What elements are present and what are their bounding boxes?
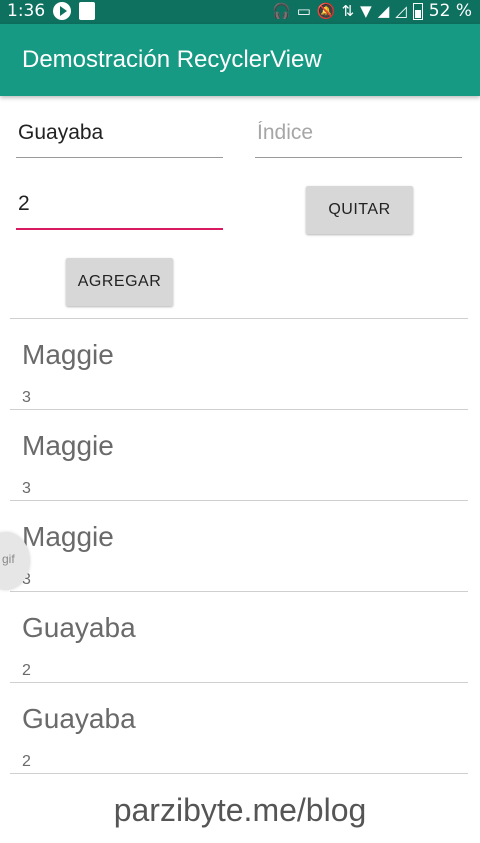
status-bar: 1:36 🎧 ▭ 🔕 ⇅ ▼ ◢ ◿ 52 % [0,0,480,24]
stop-icon [79,2,96,20]
app-title: Demostración RecyclerView [22,46,322,73]
app-bar: Demostración RecyclerView [0,24,480,96]
gif-label: gif [2,552,15,566]
signal-empty-icon: ◿ [395,2,407,20]
mute-icon: 🔕 [316,2,336,20]
signal-icon: ◢ [377,2,390,20]
list-item[interactable]: Maggie 3 [10,318,468,409]
name-field[interactable] [16,113,227,158]
item-index: 3 [22,389,31,406]
list-divider [10,773,468,774]
list-item[interactable]: Guayaba 2 [10,682,468,773]
remove-button[interactable]: QUITAR [306,186,413,234]
item-name: Maggie [22,521,114,552]
battery-icon [412,2,423,20]
item-index: 3 [22,480,31,497]
remove-index-field[interactable] [16,184,227,230]
list-item[interactable]: Maggie 3 [10,409,468,500]
list-item[interactable]: Guayaba 2 [10,591,468,682]
name-input[interactable] [16,113,227,153]
add-button[interactable]: AGREGAR [66,258,173,306]
recycler-list[interactable]: Maggie 3 Maggie 3 Maggie 3 Guayaba 2 Gua… [10,318,468,774]
remove-index-input[interactable] [16,184,227,224]
headset-icon: 🎧 [272,2,291,20]
play-icon [53,2,72,20]
item-name: Maggie [22,430,114,461]
data-arrows-icon: ⇅ [341,2,355,20]
footer-watermark: parzibyte.me/blog [113,792,367,828]
item-name: Guayaba [22,703,136,734]
list-item[interactable]: Maggie 3 [10,500,468,591]
index-input[interactable] [255,113,466,153]
wifi-icon: ▼ [360,2,372,20]
item-name: Guayaba [22,612,136,643]
item-name: Maggie [22,339,114,370]
item-index: 2 [22,662,31,679]
index-field[interactable] [255,113,466,158]
cast-icon: ▭ [296,2,311,20]
battery-text: 52 % [428,1,472,21]
status-time: 1:36 [7,1,46,21]
item-index: 2 [22,753,31,770]
